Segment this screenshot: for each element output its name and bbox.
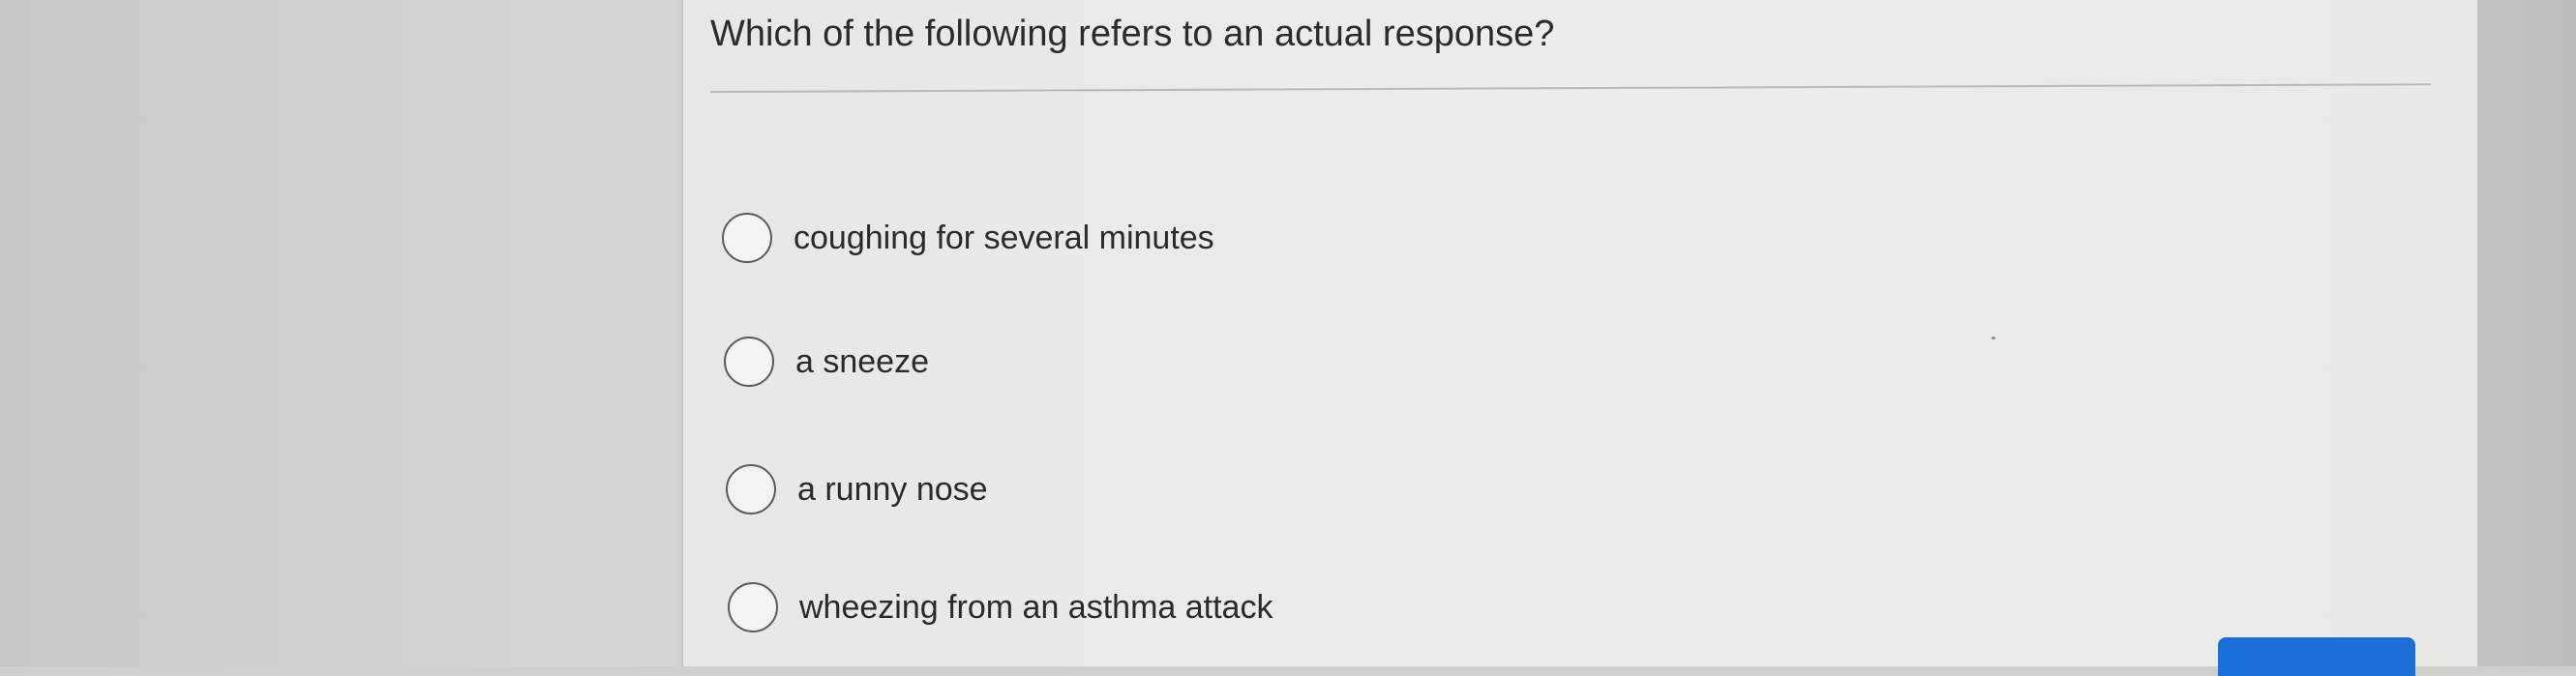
choice-2[interactable]: a sneeze <box>724 337 929 387</box>
answer-choices: coughing for several minutes a sneeze a … <box>683 0 2477 666</box>
choice-4[interactable]: wheezing from an asthma attack <box>728 582 1273 632</box>
background-right <box>2477 0 2576 666</box>
background-left <box>0 0 677 666</box>
radio-button-choice-3[interactable] <box>726 464 776 514</box>
radio-button-choice-2[interactable] <box>724 337 774 387</box>
choice-2-label[interactable]: a sneeze <box>795 343 929 381</box>
choice-1[interactable]: coughing for several minutes <box>722 213 1214 263</box>
submit-button[interactable] <box>2218 637 2415 676</box>
question-card: Which of the following refers to an actu… <box>681 0 2478 666</box>
radio-button-choice-4[interactable] <box>728 582 778 632</box>
choice-4-label[interactable]: wheezing from an asthma attack <box>799 589 1273 627</box>
choice-3[interactable]: a runny nose <box>726 464 988 514</box>
choice-1-label[interactable]: coughing for several minutes <box>794 220 1214 257</box>
radio-button-choice-1[interactable] <box>722 213 772 263</box>
choice-3-label[interactable]: a runny nose <box>797 471 988 509</box>
screen-speck <box>1992 337 1995 339</box>
